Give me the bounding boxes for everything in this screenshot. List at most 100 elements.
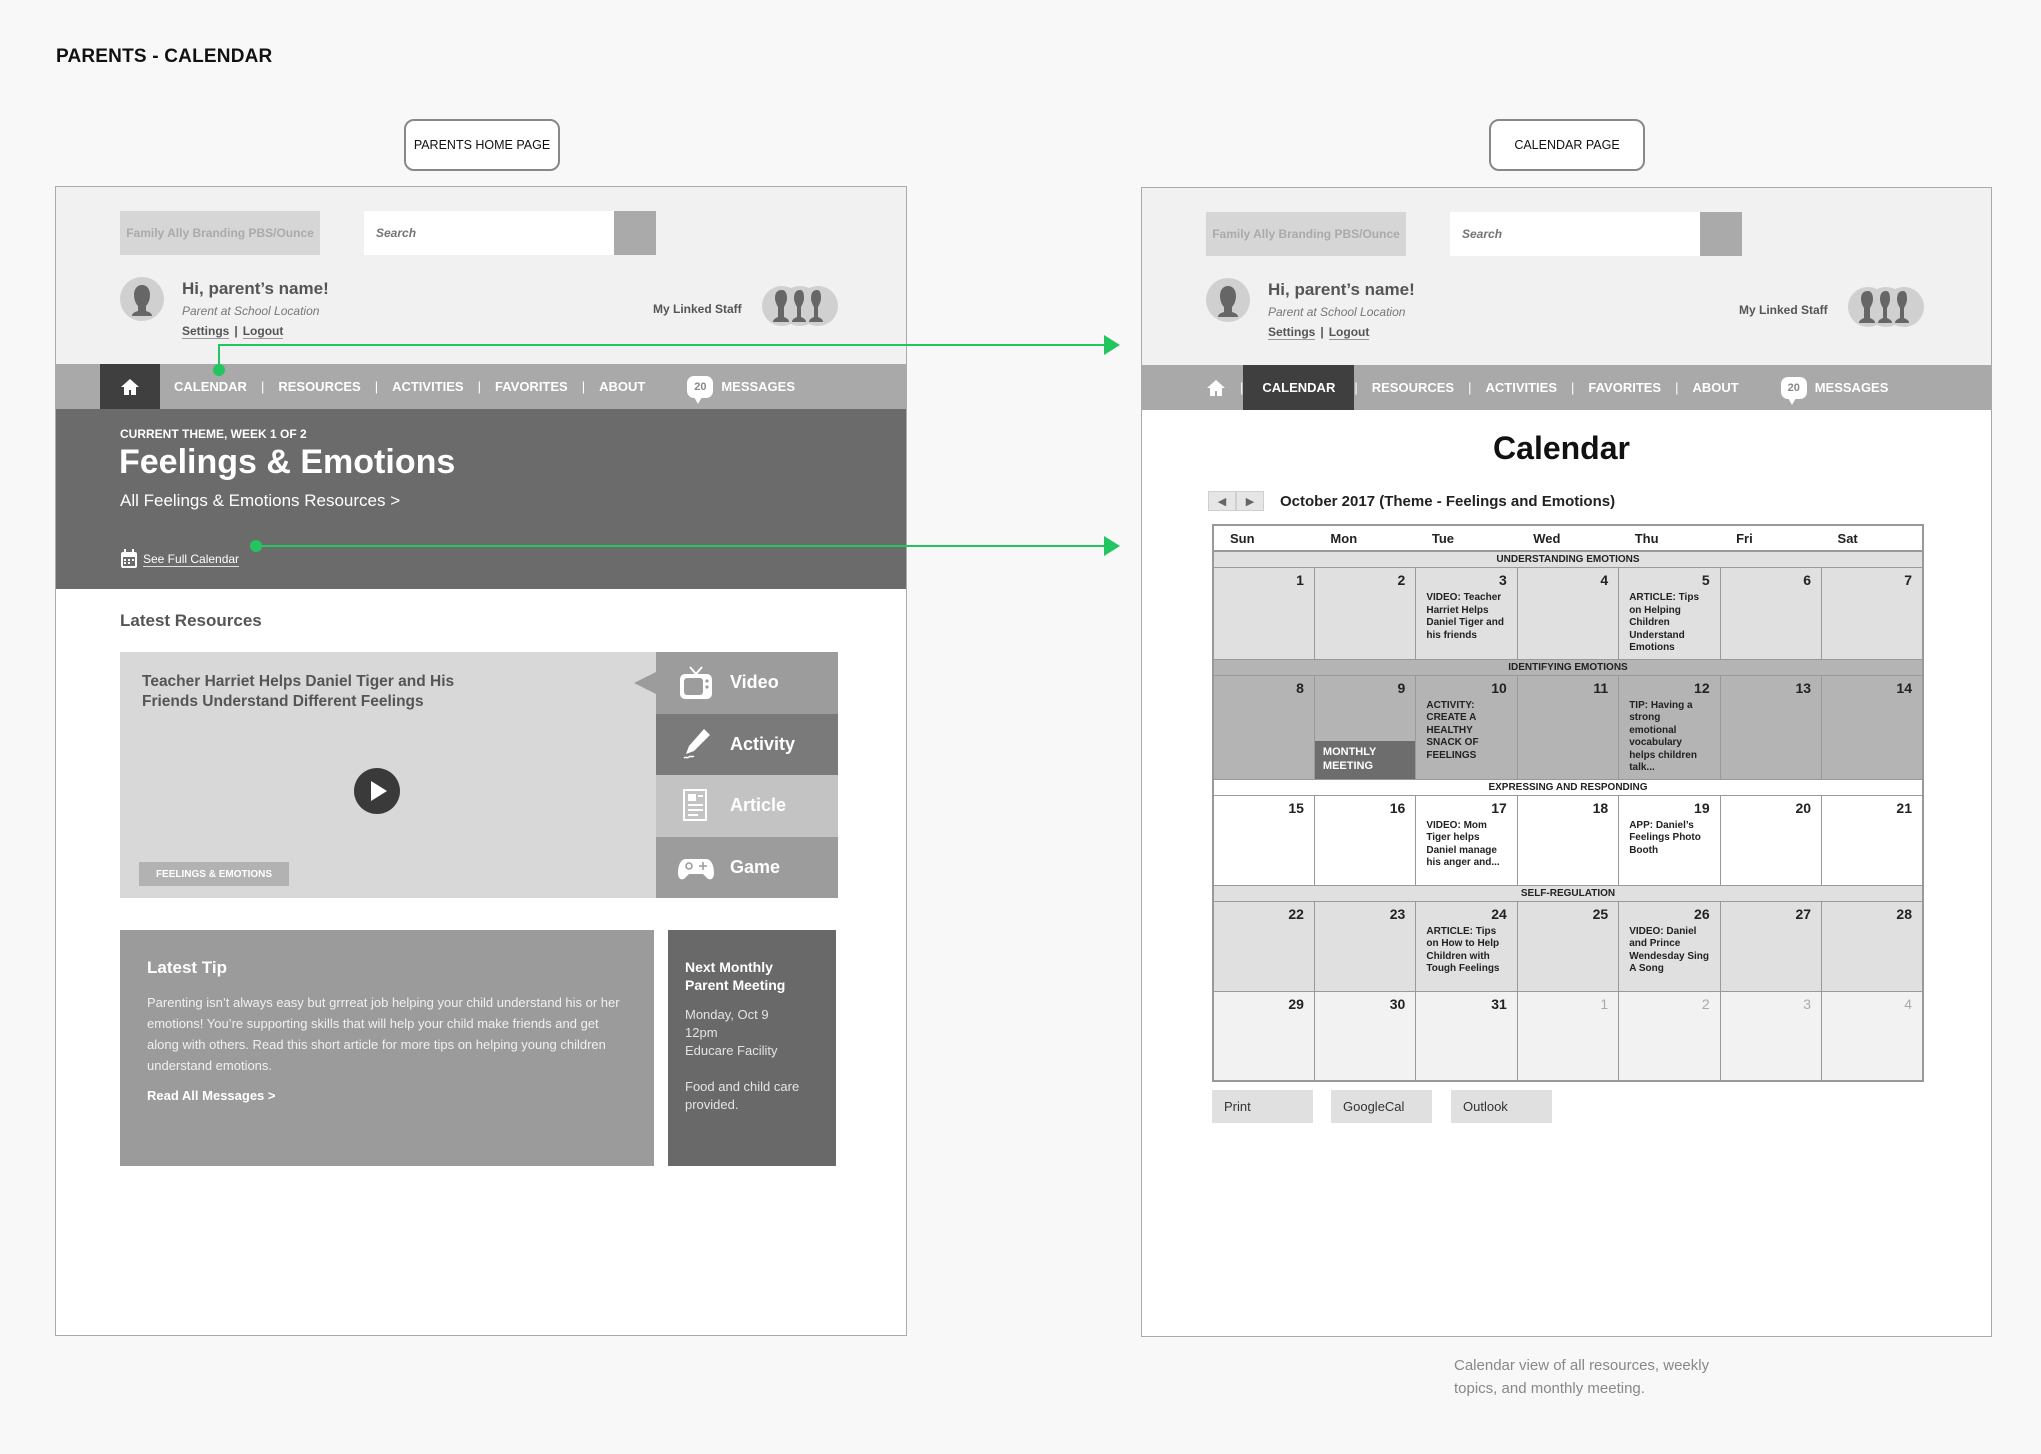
search-button[interactable] bbox=[614, 211, 656, 255]
search-button[interactable] bbox=[1700, 212, 1742, 256]
nav-item-resources[interactable]: RESOURCES bbox=[1358, 365, 1468, 410]
site-header: Family Ally Branding PBS/Ounce Hi, paren… bbox=[56, 187, 906, 364]
day-cell[interactable]: 4 bbox=[1516, 567, 1620, 660]
linked-staff-label: My Linked Staff bbox=[1739, 303, 1828, 317]
day-cell[interactable]: 6 bbox=[1719, 567, 1823, 660]
day-cell[interactable]: 16 bbox=[1313, 794, 1417, 886]
settings-link[interactable]: Settings bbox=[182, 324, 230, 339]
nav-messages[interactable]: 20 MESSAGES bbox=[1780, 376, 1888, 405]
day-cell[interactable]: 3 VIDEO: Teacher Harriet Helps Daniel Tig… bbox=[1415, 567, 1518, 660]
day-cell[interactable]: 23 bbox=[1313, 900, 1417, 992]
day-cell[interactable]: 17 VIDEO: Mom Tiger helps Daniel manage h… bbox=[1415, 794, 1518, 886]
day-cell[interactable]: 4 bbox=[1821, 990, 1924, 1082]
nav-messages[interactable]: 20 MESSAGES bbox=[687, 375, 795, 404]
day-cell[interactable]: 15 bbox=[1212, 794, 1315, 886]
nav-item-activities[interactable]: ACTIVITIES bbox=[1471, 365, 1571, 410]
logout-link[interactable]: Logout bbox=[242, 324, 284, 339]
day-cell[interactable]: 22 bbox=[1212, 900, 1315, 992]
day-number: 17 bbox=[1491, 799, 1507, 816]
calendar-event[interactable]: ACTIVITY: CREATE A HEALTHY SNACK OF FEEL… bbox=[1426, 700, 1506, 763]
print-button[interactable]: Print bbox=[1212, 1090, 1313, 1123]
weekday-sun: Sun bbox=[1213, 525, 1315, 552]
calendar-event[interactable]: TIP: Having a strong emotional vocabular… bbox=[1629, 700, 1709, 775]
nav-item-calendar[interactable]: CALENDAR bbox=[160, 364, 261, 409]
type-tab-activity[interactable]: Activity bbox=[656, 713, 838, 775]
day-cell[interactable]: 5 ARTICLE: Tips on Helping Children Under… bbox=[1618, 567, 1721, 660]
theme-hero: CURRENT THEME, WEEK 1 OF 2 Feelings & Em… bbox=[56, 409, 906, 589]
calendar-event[interactable]: ARTICLE: Tips on How to Help Children wi… bbox=[1426, 926, 1506, 976]
featured-resource-card[interactable]: Teacher Harriet Helps Daniel Tiger and H… bbox=[120, 652, 838, 898]
next-month-button[interactable]: ▶ bbox=[1236, 491, 1264, 511]
day-cell[interactable]: 31 bbox=[1415, 990, 1518, 1082]
week-topic: EXPRESSING AND RESPONDING bbox=[1212, 778, 1924, 796]
nav-item-about[interactable]: ABOUT bbox=[1679, 365, 1753, 410]
type-tab-game[interactable]: Game bbox=[656, 836, 838, 898]
see-full-calendar-label: See Full Calendar bbox=[143, 551, 240, 567]
day-cell[interactable]: 13 bbox=[1719, 674, 1823, 780]
month-navigation: ◀ ▶ October 2017 (Theme - Feelings and E… bbox=[1208, 491, 1615, 511]
day-cell[interactable]: 10 ACTIVITY: CREATE A HEALTHY SNACK OF FE… bbox=[1415, 674, 1518, 780]
day-cell[interactable]: 14 bbox=[1821, 674, 1924, 780]
nav-item-calendar[interactable]: CALENDAR bbox=[1243, 365, 1355, 410]
see-full-calendar-link[interactable]: See Full Calendar bbox=[120, 549, 240, 569]
nav-home[interactable] bbox=[1202, 365, 1230, 410]
prev-month-button[interactable]: ◀ bbox=[1208, 491, 1236, 511]
day-cell[interactable]: 29 bbox=[1212, 990, 1315, 1082]
theme-resources-link[interactable]: All Feelings & Emotions Resources > bbox=[120, 491, 400, 511]
settings-link[interactable]: Settings bbox=[1268, 325, 1316, 340]
calendar-event[interactable]: VIDEO: Teacher Harriet Helps Daniel Tige… bbox=[1426, 592, 1506, 642]
calendar-event[interactable]: ARTICLE: Tips on Helping Children Unders… bbox=[1629, 592, 1709, 655]
greeting: Hi, parent’s name! bbox=[182, 279, 329, 298]
day-cell[interactable]: 3 bbox=[1719, 990, 1823, 1082]
brand-logo[interactable]: Family Ally Branding PBS/Ounce bbox=[120, 211, 320, 255]
google-calendar-button[interactable]: GoogleCal bbox=[1331, 1090, 1432, 1123]
brand-logo[interactable]: Family Ally Branding PBS/Ounce bbox=[1206, 212, 1406, 256]
day-cell[interactable]: 20 bbox=[1719, 794, 1823, 886]
logout-link[interactable]: Logout bbox=[1328, 325, 1370, 340]
day-cell[interactable]: 28 bbox=[1821, 900, 1924, 992]
search-input[interactable] bbox=[1450, 212, 1700, 256]
day-cell[interactable]: 19 APP: Daniel’s Feelings Photo Booth bbox=[1618, 794, 1721, 886]
day-cell[interactable]: 27 bbox=[1719, 900, 1823, 992]
day-cell[interactable]: 12 TIP: Having a strong emotional vocabul… bbox=[1618, 674, 1721, 780]
main-nav: CALENDAR | RESOURCES | ACTIVITIES | FAVO… bbox=[56, 364, 906, 409]
nav-item-resources[interactable]: RESOURCES bbox=[264, 364, 374, 409]
monthly-meeting-event[interactable]: MONTHLY MEETING bbox=[1314, 740, 1416, 779]
calendar-page-label: CALENDAR PAGE bbox=[1489, 119, 1645, 171]
day-cell[interactable]: 7 bbox=[1821, 567, 1924, 660]
play-button[interactable] bbox=[354, 768, 400, 814]
day-cell[interactable]: 26 VIDEO: Daniel and Prince Wendesday Sin… bbox=[1618, 900, 1721, 992]
day-cell[interactable]: 25 bbox=[1516, 900, 1620, 992]
day-cell[interactable]: 11 bbox=[1516, 674, 1620, 780]
resource-tag[interactable]: FEELINGS & EMOTIONS bbox=[139, 862, 289, 886]
calendar-event[interactable]: VIDEO: Mom Tiger helps Daniel manage his… bbox=[1426, 820, 1506, 870]
day-cell[interactable]: 1 bbox=[1212, 567, 1315, 660]
outlook-button[interactable]: Outlook bbox=[1451, 1090, 1552, 1123]
nav-home[interactable] bbox=[100, 364, 160, 409]
calendar-event[interactable]: APP: Daniel’s Feelings Photo Booth bbox=[1629, 820, 1709, 858]
day-cell[interactable]: 24 ARTICLE: Tips on How to Help Children … bbox=[1415, 900, 1518, 992]
tip-heading: Latest Tip bbox=[147, 958, 227, 977]
parent-avatar bbox=[1206, 278, 1250, 322]
linked-staff-avatars[interactable] bbox=[762, 286, 838, 326]
day-cell[interactable]: 21 bbox=[1821, 794, 1924, 886]
day-cell[interactable]: 1 bbox=[1516, 990, 1620, 1082]
linked-staff-avatars[interactable] bbox=[1848, 287, 1924, 327]
day-number: 12 bbox=[1694, 679, 1710, 696]
calendar-event[interactable]: VIDEO: Daniel and Prince Wendesday Sing … bbox=[1629, 926, 1709, 976]
read-all-messages-link[interactable]: Read All Messages > bbox=[147, 1088, 627, 1103]
type-tab-video[interactable]: Video bbox=[634, 652, 838, 714]
nav-item-activities[interactable]: ACTIVITIES bbox=[378, 364, 478, 409]
nav-item-about[interactable]: ABOUT bbox=[585, 364, 659, 409]
nav-item-favorites[interactable]: FAVORITES bbox=[1574, 365, 1675, 410]
day-cell[interactable]: 2 bbox=[1618, 990, 1721, 1082]
nav-item-favorites[interactable]: FAVORITES bbox=[481, 364, 582, 409]
type-tab-article[interactable]: Article bbox=[656, 775, 838, 837]
day-number: 15 bbox=[1288, 799, 1304, 816]
day-cell[interactable]: 30 bbox=[1313, 990, 1417, 1082]
day-cell[interactable]: 18 bbox=[1516, 794, 1620, 886]
day-cell[interactable]: 8 bbox=[1212, 674, 1315, 780]
day-cell[interactable]: 9 MONTHLY MEETING bbox=[1313, 674, 1417, 780]
day-cell[interactable]: 2 bbox=[1313, 567, 1417, 660]
search-input[interactable] bbox=[364, 211, 614, 255]
